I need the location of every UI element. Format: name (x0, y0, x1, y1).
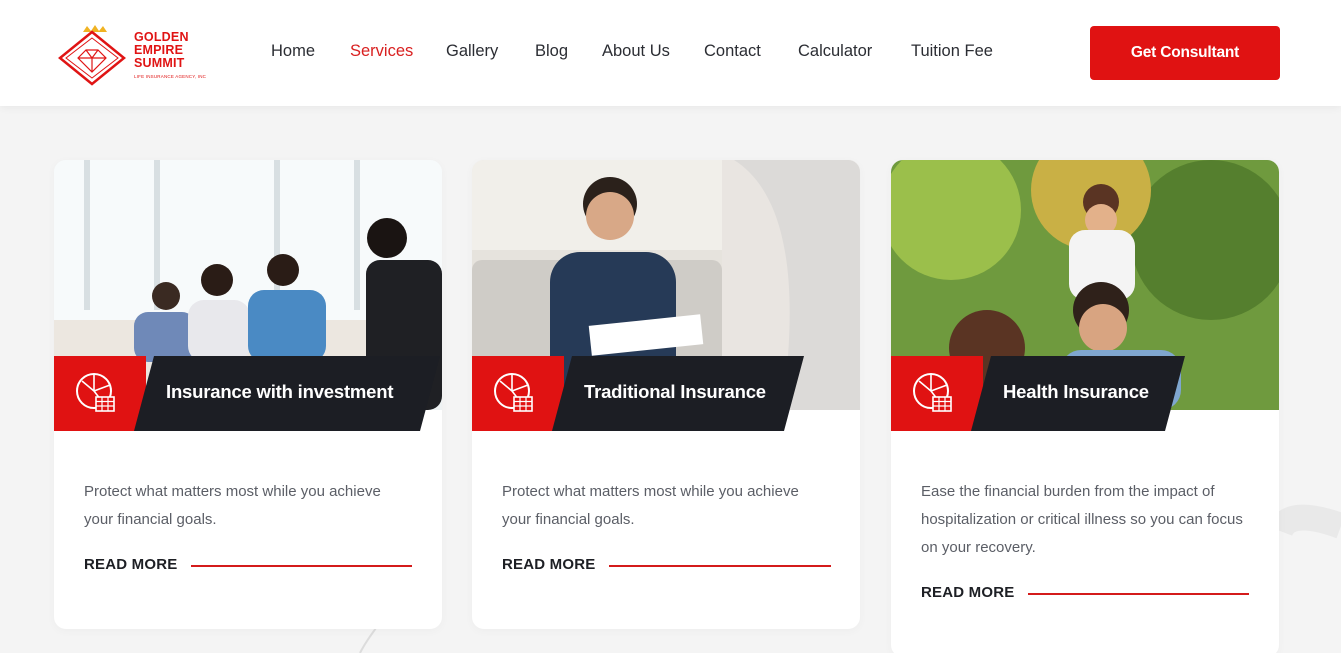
brand-tagline: LIFE INSURANCE AGENCY, INC (134, 74, 207, 79)
brand-logo[interactable]: GOLDEN EMPIRE SUMMIT LIFE INSURANCE AGEN… (58, 22, 208, 86)
pie-chart-coins-icon (494, 373, 533, 412)
service-description: Protect what matters most while you achi… (84, 483, 381, 528)
brand-name: GOLDEN EMPIRE SUMMIT (134, 31, 189, 70)
service-title-banner: Health Insurance (971, 356, 1185, 431)
service-title: Health Insurance (1003, 381, 1149, 402)
site-header: GOLDEN EMPIRE SUMMIT LIFE INSURANCE AGEN… (0, 0, 1341, 106)
nav-about-us[interactable]: About Us (602, 42, 670, 61)
service-card-traditional: Traditional Insurance Protect what matte… (472, 160, 860, 629)
service-icon-box (472, 356, 564, 431)
nav-calculator[interactable]: Calculator (798, 42, 872, 61)
nav-services[interactable]: Services (350, 42, 413, 61)
read-more-link[interactable]: READ MORE (84, 556, 177, 573)
nav-blog[interactable]: Blog (535, 42, 568, 61)
nav-home[interactable]: Home (271, 42, 315, 61)
brand-name-line: SUMMIT (134, 56, 185, 70)
get-consultant-button[interactable]: Get Consultant (1090, 26, 1280, 80)
service-description: Protect what matters most while you achi… (502, 483, 799, 528)
service-description: Ease the financial burden from the impac… (921, 483, 1243, 556)
service-card-investment: Insurance with investment Protect what m… (54, 160, 442, 629)
service-card-health: Health Insurance Ease the financial burd… (891, 160, 1279, 653)
nav-tuition-fee[interactable]: Tuition Fee (911, 42, 993, 61)
service-icon-box (891, 356, 983, 431)
nav-contact[interactable]: Contact (704, 42, 761, 61)
read-more-underline (1028, 593, 1249, 595)
read-more-link[interactable]: READ MORE (921, 584, 1014, 601)
nav-gallery[interactable]: Gallery (446, 42, 498, 61)
diamond-crown-icon (58, 25, 126, 86)
pie-chart-coins-icon (76, 373, 115, 412)
service-title: Insurance with investment (166, 381, 394, 402)
read-more-underline (191, 565, 412, 567)
pie-chart-coins-icon (913, 373, 952, 412)
service-title: Traditional Insurance (584, 381, 766, 402)
service-title-banner: Insurance with investment (134, 356, 440, 431)
read-more-underline (609, 565, 831, 567)
read-more-link[interactable]: READ MORE (502, 556, 595, 573)
service-icon-box (54, 356, 146, 431)
service-title-banner: Traditional Insurance (552, 356, 804, 431)
